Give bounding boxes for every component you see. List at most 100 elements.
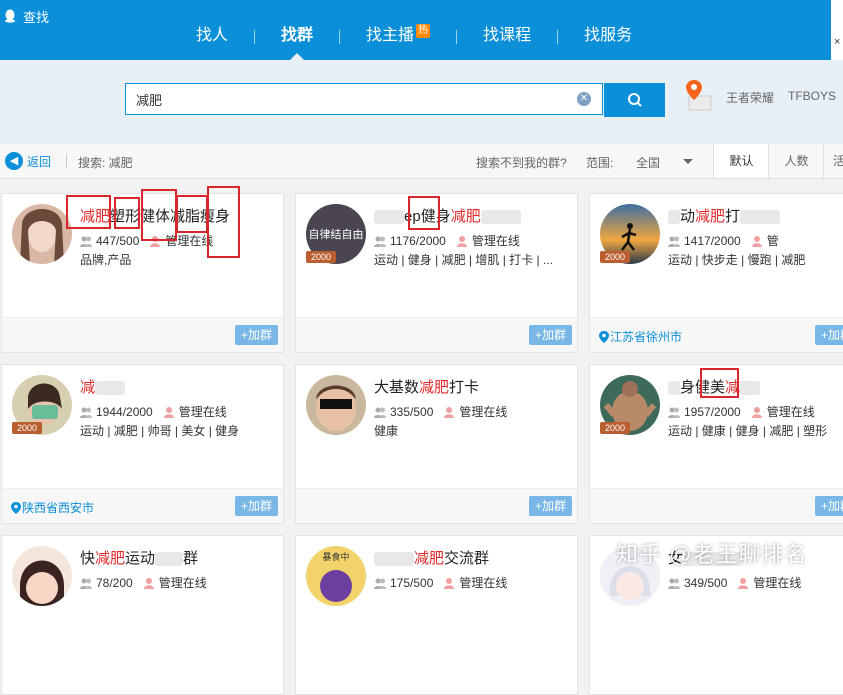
members-icon — [374, 578, 386, 589]
hot-badge: 热 — [416, 24, 431, 38]
group-card[interactable]: 快减肥运动群 78/200 管理在线 — [1, 535, 284, 695]
join-group-button[interactable]: +加群 — [234, 325, 278, 345]
annotation-box — [207, 186, 240, 258]
blurred-text — [155, 552, 184, 567]
close-icon[interactable]: × — [834, 36, 840, 48]
search-box: ✕ — [125, 83, 603, 115]
annotation-box — [114, 197, 140, 229]
hot-keyword[interactable]: 王者荣耀 — [726, 89, 774, 106]
nav-find-services[interactable]: 找服务 — [558, 0, 658, 60]
group-location: 江苏省徐州市 — [598, 328, 682, 345]
annotation-box — [408, 196, 440, 230]
annotation-box — [66, 195, 111, 229]
back-button[interactable]: ◀ 返回 — [5, 152, 51, 170]
group-tags: 品牌,产品 — [80, 253, 132, 267]
members-icon — [374, 236, 386, 247]
app-title: 查找 — [0, 6, 49, 26]
group-name[interactable]: 大基数减肥打卡 — [374, 376, 479, 397]
admin-icon — [456, 235, 467, 247]
filter-bar: ◀ 返回 搜索: 减肥 搜索不到我的群? 范围: 全国 默认 人数 活 — [0, 144, 843, 179]
sort-members-tab[interactable]: 人数 — [768, 144, 824, 178]
blurred-text — [374, 210, 404, 225]
blurred-text — [95, 381, 126, 396]
group-tags: 运动 | 减肥 | 帅哥 | 美女 | 健身 — [80, 424, 240, 438]
card-footer: +加群 — [296, 488, 577, 523]
group-name[interactable]: 减肥交流群 — [374, 547, 489, 568]
group-name[interactable]: 减 — [80, 376, 126, 397]
avatar-image: 暴食中 — [306, 546, 366, 606]
members-icon — [374, 407, 386, 418]
search-button[interactable] — [604, 83, 665, 117]
group-avatar — [306, 375, 366, 435]
avatar-image — [12, 546, 72, 606]
nav-find-groups[interactable]: 找群 — [255, 0, 339, 60]
group-avatar — [12, 204, 72, 264]
members-icon — [668, 578, 680, 589]
search-input[interactable] — [126, 84, 576, 114]
join-group-button[interactable]: +加群 — [528, 325, 572, 345]
nav-find-courses[interactable]: 找课程 — [457, 0, 557, 60]
map-pin-icon[interactable] — [683, 78, 713, 112]
join-group-button[interactable]: +加群 — [814, 496, 843, 516]
nav-find-streamers[interactable]: 找主播热 — [340, 0, 456, 60]
range-label: 范围: — [586, 156, 614, 170]
card-footer: +加群 — [296, 317, 577, 352]
members-icon — [668, 236, 680, 247]
group-meta: 78/200 管理在线 — [80, 574, 207, 591]
admin-icon — [143, 577, 154, 589]
members-icon — [80, 407, 92, 418]
admin-icon — [751, 406, 762, 418]
card-footer: 江苏省徐州市 +加群 — [590, 317, 843, 352]
group-meta: 335/500 管理在线 — [374, 403, 507, 420]
group-card[interactable]: 暴食中 减肥交流群 175/500 管理在线 — [295, 535, 578, 695]
group-card[interactable]: 大基数减肥打卡 335/500 管理在线 健康 +加群 — [295, 364, 578, 524]
level-badge: 2000 — [600, 251, 630, 263]
group-location: 陕西省西安市 — [10, 499, 94, 516]
blurred-text — [374, 552, 414, 567]
group-card[interactable]: 2000 减 1944/2000 管理在线 运动 | 减肥 | 帅哥 | 美女 … — [1, 364, 284, 524]
back-arrow-icon: ◀ — [5, 152, 23, 170]
location-pin-icon — [11, 501, 21, 514]
range-select[interactable]: 全国 — [636, 154, 696, 171]
admin-icon — [444, 406, 455, 418]
group-tags: 健康 — [374, 424, 399, 438]
blurred-text — [740, 381, 761, 396]
avatar-image — [306, 375, 366, 435]
avatar-text: 暴食中 — [322, 551, 349, 563]
avatar-image — [12, 204, 72, 264]
group-tags: 运动 | 健康 | 健身 | 减肥 | 塑形 — [668, 424, 828, 438]
level-badge: 2000 — [12, 422, 42, 434]
hot-keyword[interactable]: TFBOYS — [788, 89, 836, 103]
join-group-button[interactable]: +加群 — [528, 496, 572, 516]
sort-default-tab[interactable]: 默认 — [713, 144, 769, 178]
card-footer: +加群 — [2, 317, 283, 352]
watermark: 知乎 @老王聊排名 — [616, 542, 808, 567]
admin-icon — [444, 577, 455, 589]
blurred-text — [740, 210, 781, 225]
not-found-link[interactable]: 搜索不到我的群? — [476, 154, 567, 171]
group-meta: 1957/2000 管理在线 — [668, 403, 815, 420]
join-group-button[interactable]: +加群 — [814, 325, 843, 345]
location-pin-icon — [599, 330, 609, 343]
nav-find-people[interactable]: 找人 — [170, 0, 254, 60]
chevron-down-icon — [683, 159, 693, 169]
blurred-text — [480, 210, 521, 225]
search-area: ✕ 王者荣耀 TFBOYS — [0, 60, 843, 144]
members-icon — [80, 236, 92, 247]
group-card[interactable]: 2000 动减肥打 1417/2000 管 运动 | 快步走 | 慢跑 | 减肥… — [589, 193, 843, 353]
sort-active-tab[interactable]: 活 — [823, 144, 843, 178]
group-meta: 1176/2000 管理在线 — [374, 232, 520, 249]
window-corner[interactable]: × — [831, 0, 843, 60]
group-meta: 1417/2000 管 — [668, 232, 779, 249]
group-name[interactable]: 快减肥运动群 — [80, 547, 198, 568]
card-footer: 陕西省西安市 +加群 — [2, 488, 283, 523]
main-nav: 找人 找群 找主播热 找课程 找服务 — [170, 0, 658, 60]
level-badge: 2000 — [306, 251, 336, 263]
group-name[interactable]: ep健身减肥 — [374, 205, 521, 226]
group-name[interactable]: 动减肥打 — [668, 205, 781, 226]
search-icon — [627, 93, 642, 107]
group-meta: 349/500 管理在线 — [668, 574, 801, 591]
join-group-button[interactable]: +加群 — [234, 496, 278, 516]
clear-icon[interactable]: ✕ — [577, 92, 591, 106]
avatar-text: 自律结自由 — [309, 227, 364, 241]
